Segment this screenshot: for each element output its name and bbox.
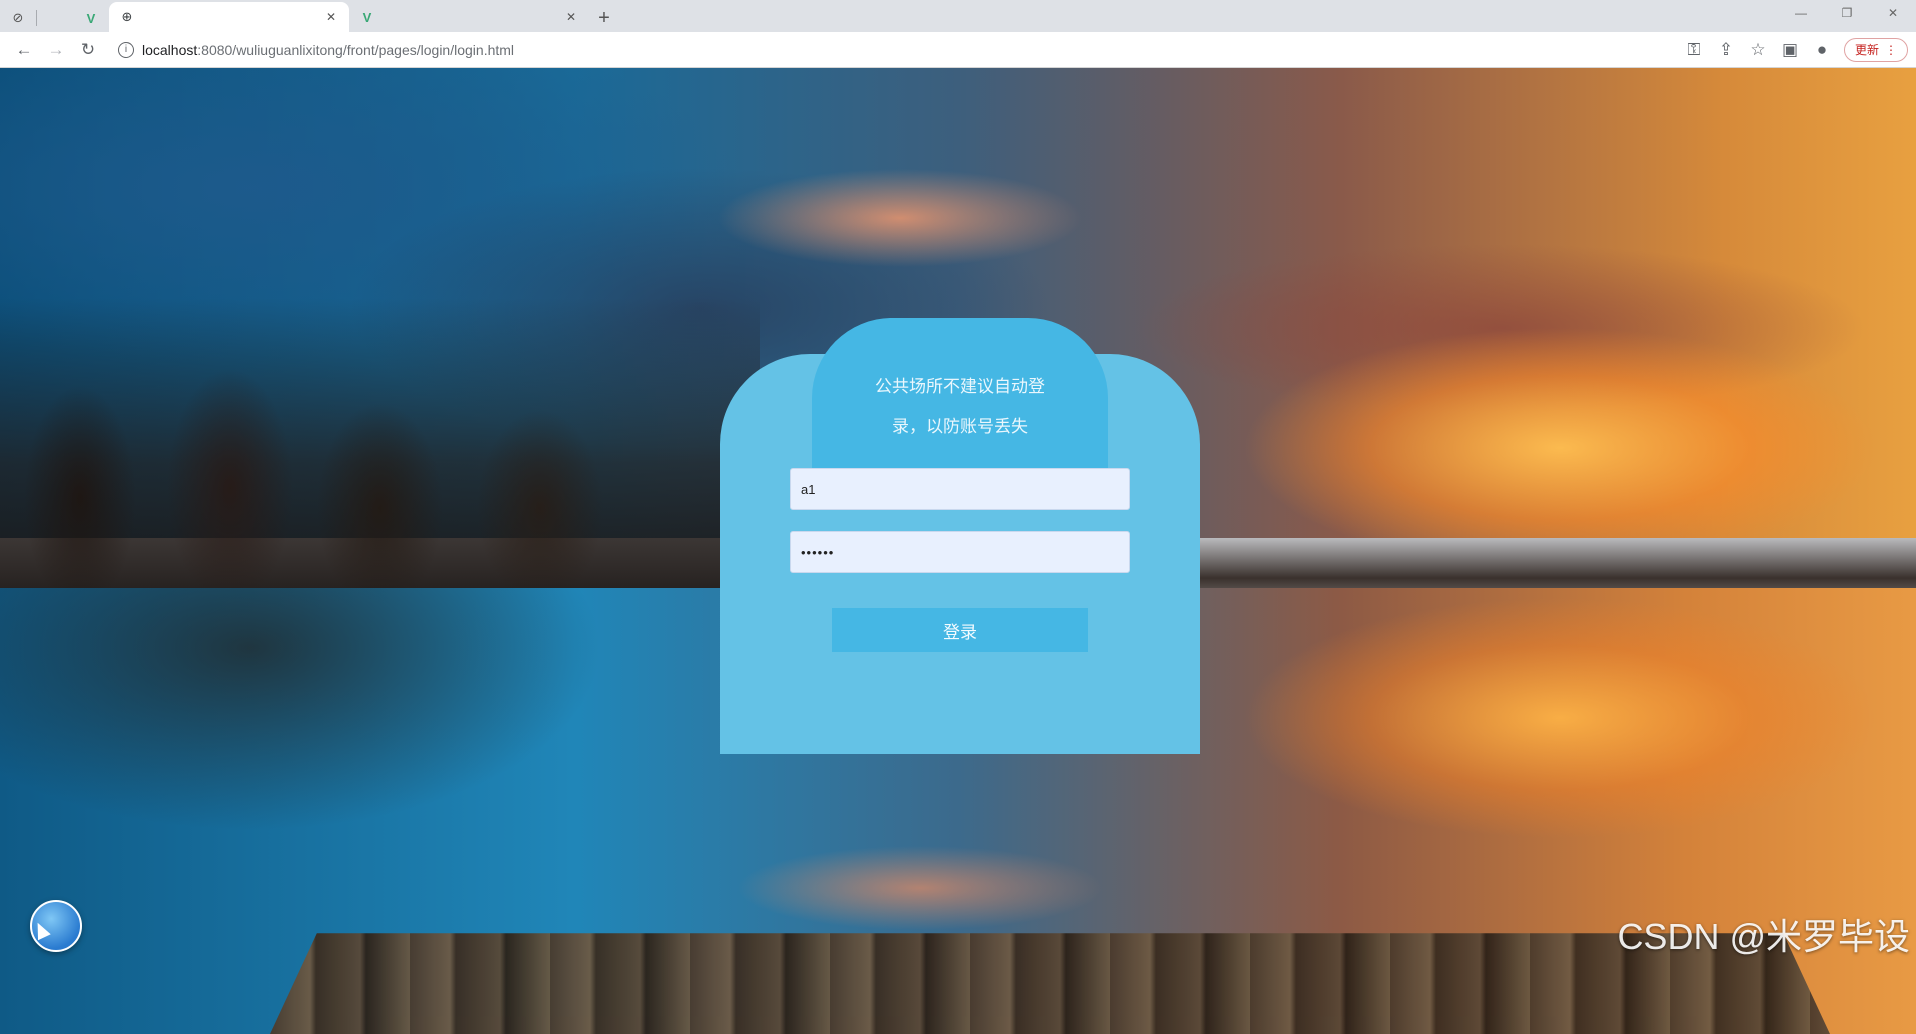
more-menu-icon[interactable]: ⋮: [1885, 43, 1897, 57]
browser-tab-strip: ⊘ V ⊕ ✕ V ✕ + — ❐ ✕: [0, 0, 1916, 32]
vue-logo-icon: V: [362, 9, 372, 25]
collapsed-tab[interactable]: [37, 4, 73, 32]
key-icon[interactable]: ⚿: [1678, 36, 1710, 64]
password-input[interactable]: [790, 531, 1130, 573]
restore-icon[interactable]: ❐: [1824, 0, 1870, 26]
side-panel-icon[interactable]: ▣: [1774, 36, 1806, 64]
url-path: :8080/wuliuguanlixitong/front/pages/logi…: [197, 41, 515, 58]
forward-arrow-icon[interactable]: →: [40, 36, 72, 64]
back-arrow-icon[interactable]: ←: [8, 36, 40, 64]
close-icon[interactable]: ✕: [563, 9, 579, 25]
vue-logo-icon[interactable]: V: [73, 4, 109, 32]
username-input[interactable]: [790, 468, 1130, 510]
update-button[interactable]: 更新 ⋮: [1843, 37, 1908, 62]
notice-text: 公共场所不建议自动登录，以防账号丢失: [875, 377, 1045, 436]
browser-toolbar: ← → ↻ i localhost:8080/wuliuguanlixitong…: [0, 32, 1916, 68]
browser-tab-second[interactable]: V ✕: [349, 2, 589, 32]
globe-icon: ⊕: [121, 9, 133, 24]
window-controls: — ❐ ✕: [1778, 0, 1916, 26]
update-label: 更新: [1854, 43, 1879, 57]
bookmark-star-icon[interactable]: ☆: [1742, 36, 1774, 64]
close-window-icon[interactable]: ✕: [1870, 0, 1916, 26]
url-host: localhost: [142, 41, 198, 58]
info-icon[interactable]: i: [118, 41, 134, 58]
close-icon[interactable]: ✕: [323, 9, 339, 25]
address-bar[interactable]: i localhost:8080/wuliuguanlixitong/front…: [110, 36, 1672, 64]
reload-icon[interactable]: ↻: [72, 36, 104, 64]
tab-search-icon[interactable]: ⊘: [0, 4, 36, 32]
watermark: CSDN @米罗毕设: [1617, 916, 1910, 957]
browser-tab-login[interactable]: ⊕ ✕: [109, 2, 349, 32]
login-button[interactable]: 登录: [832, 608, 1088, 652]
treeline: [0, 298, 760, 598]
profile-icon[interactable]: ●: [1806, 36, 1838, 64]
share-icon[interactable]: ⇪: [1710, 36, 1742, 64]
minimize-icon[interactable]: —: [1778, 0, 1824, 26]
new-tab-button[interactable]: +: [589, 4, 619, 32]
toolbar-actions: ⚿ ⇪ ☆ ▣ ● 更新 ⋮: [1678, 36, 1908, 64]
